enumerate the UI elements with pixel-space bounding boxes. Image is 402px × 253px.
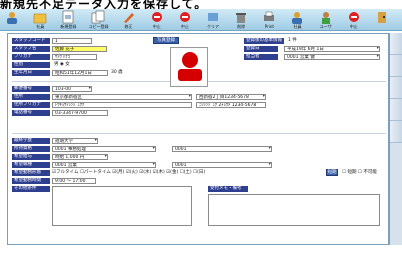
toolbar-button-label: 中止 [152,24,161,29]
toolbar-button-5[interactable]: 中止 [149,10,165,30]
exit-icon [377,12,386,23]
side-tab[interactable] [390,55,402,77]
work-hours-label: 希望勤務時間 [12,178,50,184]
address-field[interactable]: 東京都新宿区 [52,94,192,100]
photo-register-button[interactable]: 写真登録 [153,37,179,44]
person-silhouette-icon [178,52,202,81]
education-label: 最終学歴 [12,138,50,144]
work-hours-field[interactable]: 9:00 ～ 17:00 [52,178,96,184]
clear-icon [208,13,219,21]
address-label: 住所 [12,94,50,100]
toolbar-button-label: クリア [207,24,220,29]
job-field[interactable]: 0001 営業 [52,162,156,168]
gender-radio[interactable]: 男 ◉ 女 [54,62,70,68]
skill-field-2[interactable]: 0001 [172,146,272,152]
zip-field[interactable]: 103-00 [52,86,92,92]
pay-field[interactable]: 時給 1,000 円 [52,154,108,160]
stop-icon [151,12,162,22]
print-icon [264,11,275,21]
toolbar-button-6[interactable]: 中止 [177,10,193,30]
toolbar-button-label: ユーザ [319,24,332,29]
manager-field[interactable]: 0001 営業 健 [284,54,380,60]
pay-label: 希望給与 [12,154,50,160]
other-conditions-label: その他条件 [12,186,50,192]
side-tab[interactable] [390,77,402,99]
job-label: 希望職種 [12,162,50,168]
staff-photo [170,47,208,87]
toolbar: 社員 新規登録 コピー登録 修正 中止 中止 クリア 削除 Print 社員 ユーザ 中止 [0,9,402,31]
staff-code-field[interactable]: 1 [52,38,92,44]
stop-icon [179,12,190,22]
toolbar-button-label: Print [264,24,274,29]
education-field[interactable]: 短期大学 [52,138,98,144]
stop-icon [348,12,359,22]
toolbar-button-label: 社員 [293,24,302,29]
zip-label: 郵便番号 [12,86,50,92]
phone-field[interactable]: 03-3347-9700 [52,110,108,116]
other-conditions-area[interactable] [52,186,192,226]
never-label: ☐ 短期 ☐ 不可能 [342,170,377,175]
staff-name-field[interactable]: 佐藤 花子 [52,46,107,52]
work-type-label: 希望勤務形態 [12,170,50,176]
delete-icon [236,13,247,23]
toolbar-button-label: コピー登録 [88,24,109,29]
gender-label: 性別 [12,62,50,68]
toolbar-button-label: 中止 [180,24,189,29]
manager-label: 担当者 [244,54,278,60]
staff-name-label: スタッフ名 [12,46,50,52]
toolbar-button-label: 社員 [36,24,45,29]
address-kana-detail-field[interactable]: ﾆｼｼﾝｼﾞｭｸ 2ﾁｮｳﾒ 1234-5678 [196,102,266,108]
toolbar-button-1[interactable]: 社員 [32,10,48,30]
toolbar-button-10[interactable]: 社員 [289,10,305,30]
copy-doc-icon [92,10,105,24]
toolbar-button-8[interactable]: 削除 [233,10,249,30]
work-type-checkboxes[interactable]: ☑フルタイム ☐パートタイム ☑(月) ☑(火) ☑(水) ☑(木) ☑(金) … [52,170,205,176]
furigana-label: フリガナ [12,54,50,60]
person-icon [292,12,303,24]
side-tabs [389,33,402,245]
toolbar-button-11[interactable]: ユーザ [318,10,334,30]
folder-icon [33,13,47,24]
job-field-2[interactable]: 0001 [172,162,272,168]
person-icon [7,12,18,24]
toolbar-button-label: 修正 [124,24,133,29]
edit-icon [123,13,134,23]
toolbar-button-13[interactable] [374,10,390,30]
birth-field[interactable]: 昭和51年12月1日 [52,70,108,76]
furigana-field[interactable]: ｻﾄｳ ﾊﾅｺ [52,54,97,60]
toolbar-button-2[interactable]: 新規登録 [60,10,76,30]
entry-date-field[interactable]: 平成19年 6月 1日 [284,46,380,52]
side-tab[interactable] [390,99,402,121]
instruction-caption: 新規先不足データ入力を保存して。 [0,0,402,9]
registration-info-label: 登録後の基本情報 [244,38,284,44]
side-tab[interactable] [390,33,402,55]
skill-label: 所持資格 [12,146,50,152]
toolbar-button-12[interactable]: 中止 [346,10,362,30]
age-value: 30 歳 [111,70,123,75]
birth-label: 生年月日 [12,70,50,76]
phone-label: 電話番号 [12,110,50,116]
toolbar-button-label: 削除 [237,24,246,29]
address-kana-label: 住所フリガナ [12,102,50,108]
user-icon [321,12,330,24]
short-term-button[interactable]: 短期 [326,169,338,176]
toolbar-button-4[interactable]: 修正 [120,10,136,30]
entry-date-label: 登録日 [244,46,278,52]
toolbar-button-label: 中止 [349,24,358,29]
new-doc-icon [63,10,74,24]
toolbar-button-0[interactable] [4,10,20,30]
toolbar-button-label: 新規登録 [60,24,77,29]
side-tab[interactable] [390,121,402,143]
skill-field[interactable]: 0001 事務処理 [52,146,156,152]
address-kana-field[interactable]: ﾄｳｷｮｳﾄｼﾝｼﾞｭｸｸ [52,102,192,108]
toolbar-button-3[interactable]: コピー登録 [88,10,108,30]
memo-area[interactable] [208,194,380,226]
memo-label: 受付メモ・備考 [208,186,248,192]
staff-code-label: スタッフコード [12,38,50,44]
toolbar-button-7[interactable]: クリア [205,10,221,30]
toolbar-button-9[interactable]: Print [261,10,277,30]
registration-info-value: 1 件 [288,38,297,43]
address-detail-field[interactable]: 西新宿2丁目1234-5678 [196,94,266,100]
